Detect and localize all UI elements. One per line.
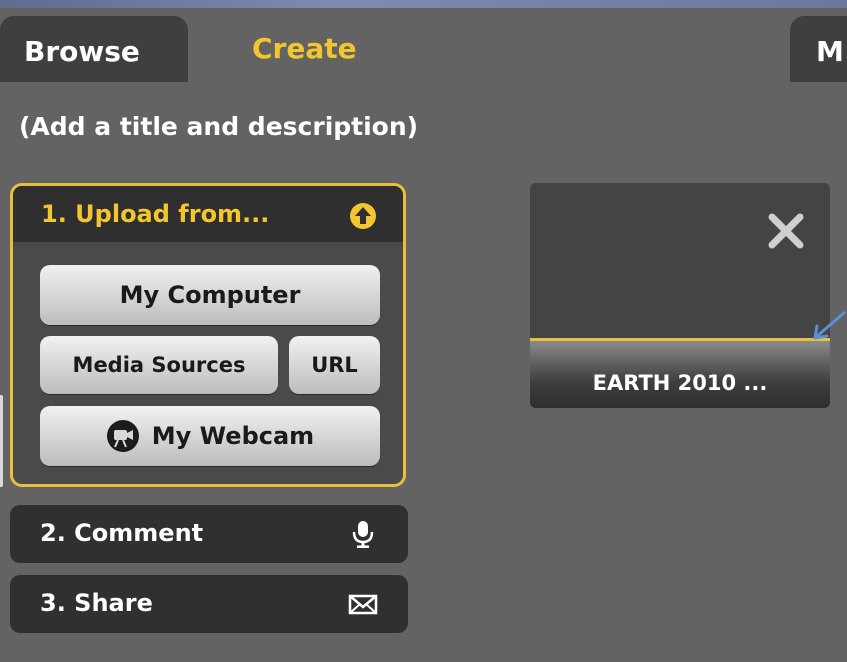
tab-browse-label: Browse	[24, 34, 140, 68]
webcam-icon	[106, 420, 139, 452]
my-computer-button[interactable]: My Computer	[40, 265, 380, 325]
title-description-hint[interactable]: (Add a title and description)	[19, 112, 418, 141]
tab-browse[interactable]: Browse	[0, 16, 188, 82]
tab-bar: Browse Create M	[0, 0, 847, 82]
comment-step-label: 2. Comment	[40, 519, 204, 547]
media-sources-label: Media Sources	[72, 353, 246, 377]
upload-arrow-icon	[350, 203, 376, 229]
left-edge-handle	[0, 395, 3, 487]
share-step-label: 3. Share	[40, 589, 153, 617]
tab-create[interactable]: Create	[208, 10, 770, 82]
comment-step[interactable]: 2. Comment	[10, 505, 408, 563]
my-computer-label: My Computer	[119, 281, 301, 309]
tab-create-label: Create	[252, 32, 357, 65]
url-label: URL	[311, 353, 358, 377]
pointer-arrow-icon	[813, 310, 846, 340]
url-button[interactable]: URL	[289, 336, 380, 394]
upload-panel-header[interactable]: 1. Upload from...	[13, 186, 403, 242]
my-webcam-label: My Webcam	[151, 422, 315, 450]
microphone-icon	[352, 521, 374, 548]
tab-more-label: M	[816, 34, 844, 68]
tab-more[interactable]: M	[790, 16, 847, 82]
media-card[interactable]: EARTH 2010 ...	[530, 183, 830, 408]
media-card-label: EARTH 2010 ...	[592, 371, 768, 395]
upload-panel: 1. Upload from... My Computer Media Sour…	[10, 183, 406, 487]
share-step[interactable]: 3. Share	[10, 575, 408, 633]
media-sources-button[interactable]: Media Sources	[40, 336, 278, 394]
envelope-icon	[348, 594, 378, 615]
close-icon[interactable]	[766, 211, 806, 251]
upload-panel-title: 1. Upload from...	[41, 200, 270, 228]
my-webcam-button[interactable]: My Webcam	[40, 406, 380, 466]
